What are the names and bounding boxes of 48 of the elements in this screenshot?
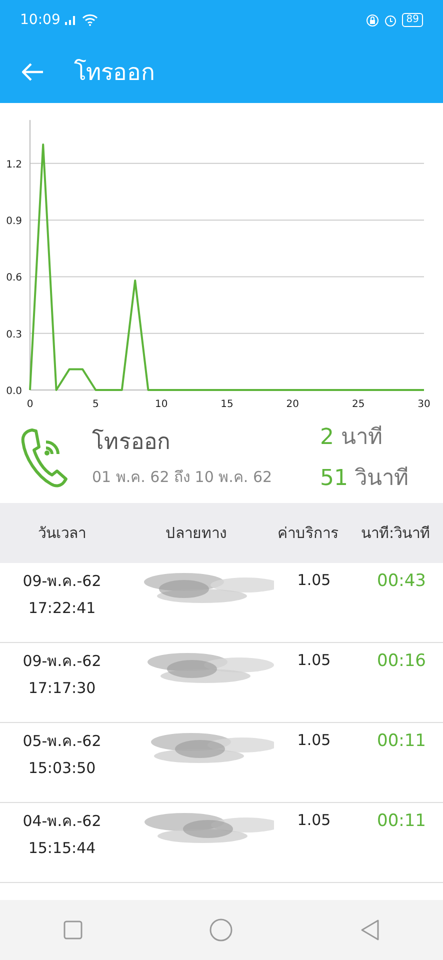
call-time: 17:22:41: [27, 599, 97, 617]
y-tick-label: 0.0: [6, 386, 22, 397]
x-tick-label: 5: [92, 399, 99, 410]
x-tick-label: 20: [286, 399, 300, 410]
y-tick-label: 0.9: [6, 216, 22, 228]
x-tick-label: 25: [352, 399, 365, 410]
call-date: 04-พ.ค.-62: [22, 811, 102, 832]
back-button[interactable]: [22, 62, 44, 80]
page-title: โทรออก: [74, 58, 155, 88]
total-seconds: 51 วินาที: [320, 464, 410, 492]
signal-icon: [65, 15, 78, 25]
y-tick-label: 0.3: [6, 329, 22, 340]
call-time: 15:15:44: [27, 839, 97, 857]
column-header: ค่าบริการ: [276, 523, 340, 544]
call-fee: 1.05: [296, 730, 332, 749]
battery-icon: 89: [402, 13, 423, 27]
call-fee: 1.05: [296, 570, 332, 589]
call-duration: 00:11: [376, 810, 427, 831]
column-header: วันเวลา: [37, 523, 87, 544]
alarm-icon: [384, 14, 398, 26]
call-date: 05-พ.ค.-62: [22, 731, 102, 752]
column-header: ปลายทาง: [164, 523, 228, 544]
total-minutes: 2 นาที: [320, 424, 384, 452]
call-fee: 1.05: [296, 810, 332, 829]
call-time: 15:03:50: [27, 759, 97, 777]
call-fee: 1.05: [296, 650, 332, 669]
status-time: 10:09: [20, 12, 60, 28]
call-duration: 00:11: [376, 730, 427, 751]
recents-button[interactable]: [63, 920, 84, 940]
summary-title: โทรออก: [92, 428, 171, 457]
call-time: 17:17:30: [27, 679, 97, 697]
wifi-icon: [82, 14, 98, 26]
column-header: นาที:วินาที: [360, 523, 432, 544]
y-tick-label: 0.6: [6, 272, 22, 284]
call-date: 09-พ.ค.-62: [22, 651, 102, 672]
home-button[interactable]: [209, 918, 234, 942]
x-tick-label: 30: [418, 399, 430, 410]
call-duration: 00:16: [376, 650, 427, 671]
y-tick-label: 1.2: [6, 159, 22, 170]
x-tick-label: 10: [154, 399, 168, 410]
lock-icon: [366, 14, 380, 26]
call-date: 09-พ.ค.-62: [22, 571, 102, 592]
back-nav-button[interactable]: [360, 919, 380, 941]
x-tick-label: 0: [26, 399, 34, 410]
phone-call-icon: [20, 426, 70, 488]
call-duration: 00:43: [376, 570, 427, 591]
date-range: 01 พ.ค. 62 ถึง 10 พ.ค. 62: [92, 467, 274, 488]
x-tick-label: 15: [220, 399, 234, 410]
